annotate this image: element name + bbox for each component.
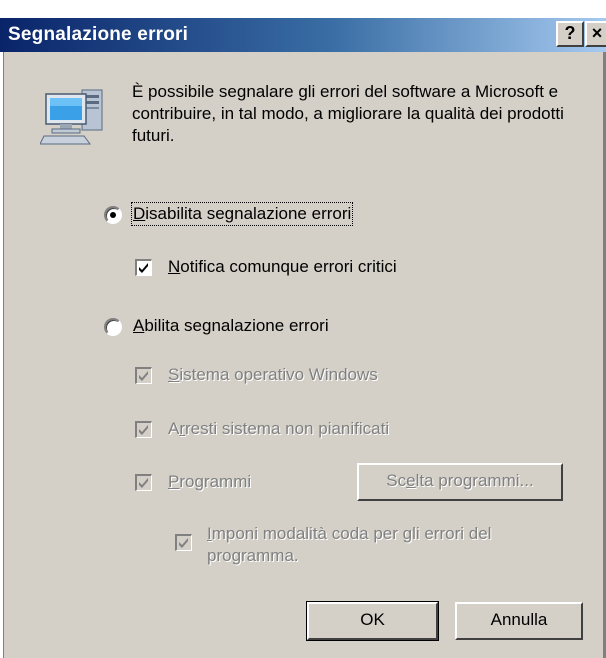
label-rest: rogrammi [179,472,252,491]
programs-checkbox[interactable] [135,474,152,491]
programs-label[interactable]: Programmi [168,472,251,492]
label-rest: resti sistema non pianificati [185,419,390,438]
checkmark-icon [139,425,148,435]
mnemonic-s: S [168,365,180,384]
enable-reporting-radio[interactable] [104,318,122,336]
mnemonic-a: A [133,316,145,335]
help-button[interactable]: ? [556,21,584,47]
radio-selected-dot [110,212,116,218]
disable-reporting-radio[interactable] [104,206,122,224]
label-line2: programma. [207,546,299,565]
ok-button[interactable]: OK [306,601,439,641]
mnemonic-p: P [168,472,180,491]
label-rest: bilita segnalazione errori [144,316,329,335]
notify-critical-label[interactable]: Notifica comunque errori critici [168,257,397,277]
mnemonic-d: D [133,204,146,223]
enable-reporting-label[interactable]: Abilita segnalazione errori [133,316,329,336]
windows-os-checkbox[interactable] [135,367,152,384]
queue-mode-checkbox[interactable] [175,534,192,551]
checkmark-icon [139,478,148,488]
label-rest: isabilita segnalazione errori [145,204,352,223]
windows-os-label[interactable]: Sistema operativo Windows [168,365,378,385]
label-line1: mponi modalità coda per gli errori del [211,524,492,543]
disable-reporting-label[interactable]: Disabilita segnalazione errori [130,202,354,226]
label-pre: A [168,419,180,438]
label-rest: istema operativo Windows [179,365,378,384]
intro-description: È possibile segnalare gli errori del sof… [132,82,564,145]
unplanned-shutdowns-label[interactable]: Arresti sistema non pianificati [168,419,389,439]
computer-icon [39,80,110,150]
cancel-button[interactable]: Annulla [455,602,583,640]
choose-programs-button[interactable]: Scelta programmi... [357,463,563,501]
checkmark-icon [139,263,148,273]
desktop-strip [0,0,606,18]
label-rest: lta programmi... [415,471,534,490]
dialog-title: Segnalazione errori [8,24,189,45]
mnemonic-e: e [406,471,416,490]
notify-critical-checkbox[interactable] [135,259,152,276]
error-reporting-dialog: Segnalazione errori ? × È possibile segn… [0,0,606,658]
unplanned-shutdowns-checkbox[interactable] [135,421,152,438]
checkmark-icon [139,371,148,381]
close-button[interactable]: × [585,21,606,47]
checkmark-icon [179,538,188,548]
title-bar[interactable]: Segnalazione errori ? × [0,18,606,52]
queue-mode-label[interactable]: Imponi modalità coda per gli errori del … [207,523,491,567]
label-rest: otifica comunque errori critici [180,257,397,276]
label-pre: Sc [386,471,407,490]
mnemonic-n: N [168,257,181,276]
window-border-left [0,52,4,658]
